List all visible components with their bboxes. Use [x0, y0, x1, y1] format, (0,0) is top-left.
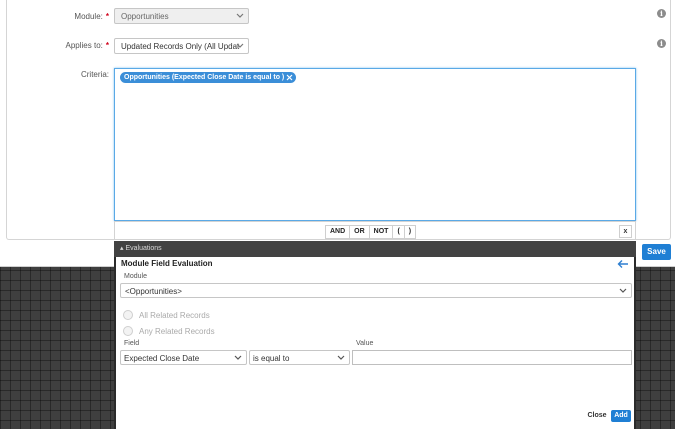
- criteria-label: Criteria:: [80, 70, 109, 79]
- criteria-pill-text: Opportunities (Expected Close Date is eq…: [124, 74, 285, 81]
- workflow-condition-panel: Module:* Opportunities Applies to:* Upda…: [0, 0, 675, 267]
- clear-criteria-button[interactable]: x: [619, 225, 632, 238]
- and-button[interactable]: AND: [325, 225, 351, 239]
- field-label: Field: [124, 340, 140, 347]
- not-button[interactable]: NOT: [368, 225, 394, 239]
- radio-all-label: All Related Records: [139, 310, 210, 320]
- evaluations-title: Evaluations: [125, 245, 162, 252]
- criteria-pill[interactable]: Opportunities (Expected Close Date is eq…: [120, 72, 297, 83]
- applies-to-label: Applies to: *: [65, 41, 109, 50]
- logic-button-group: AND OR NOT ( ): [325, 225, 417, 239]
- logic-operator-bar: AND OR NOT ( ) x: [114, 221, 636, 240]
- evaluations-header[interactable]: ▴ Evaluations: [114, 241, 636, 257]
- module-select-value: Opportunities: [121, 12, 169, 21]
- applies-to-select-value: Updated Records Only (All Updat: [121, 42, 240, 51]
- evaluation-module-label: Module: [124, 273, 147, 280]
- applies-to-select[interactable]: Updated Records Only (All Updat: [114, 38, 249, 54]
- module-label: Module: *: [74, 12, 109, 21]
- operator-select[interactable]: is equal to: [249, 350, 350, 365]
- or-button[interactable]: OR: [349, 225, 370, 239]
- field-select[interactable]: Expected Close Date: [120, 350, 247, 365]
- close-paren-button[interactable]: ): [403, 225, 417, 239]
- add-button[interactable]: Add: [611, 410, 631, 422]
- module-select[interactable]: Opportunities: [114, 8, 249, 24]
- chevron-down-icon: [236, 13, 244, 18]
- evaluation-module-select[interactable]: <Opportunities>: [120, 283, 632, 298]
- radio-any-related[interactable]: Any Related Records: [123, 326, 215, 336]
- radio-any-label: Any Related Records: [139, 326, 215, 336]
- required-mark: *: [105, 12, 109, 21]
- module-field-evaluation-panel: Module Field Evaluation Module <Opportun…: [114, 257, 636, 429]
- chevron-down-icon: [337, 355, 345, 360]
- save-button[interactable]: Save: [642, 244, 671, 260]
- value-input[interactable]: [352, 350, 632, 365]
- value-label: Value: [356, 340, 374, 347]
- required-mark: *: [105, 41, 109, 50]
- radio-button[interactable]: [123, 326, 133, 336]
- evaluation-title: Module Field Evaluation: [121, 259, 213, 268]
- evaluation-module-value: <Opportunities>: [125, 287, 182, 296]
- radio-all-related[interactable]: All Related Records: [123, 310, 210, 320]
- criteria-editor[interactable]: Opportunities (Expected Close Date is eq…: [114, 68, 636, 221]
- chevron-down-icon: [619, 288, 627, 293]
- close-button[interactable]: Close: [585, 410, 609, 422]
- info-icon[interactable]: [657, 39, 666, 48]
- operator-select-value: is equal to: [253, 354, 290, 363]
- chevron-down-icon: [234, 355, 242, 360]
- chevron-down-icon: [236, 43, 244, 48]
- radio-button[interactable]: [123, 310, 133, 320]
- field-select-value: Expected Close Date: [124, 354, 200, 363]
- info-icon[interactable]: [657, 9, 666, 18]
- back-arrow-icon[interactable]: [617, 259, 629, 269]
- close-icon[interactable]: [285, 73, 294, 82]
